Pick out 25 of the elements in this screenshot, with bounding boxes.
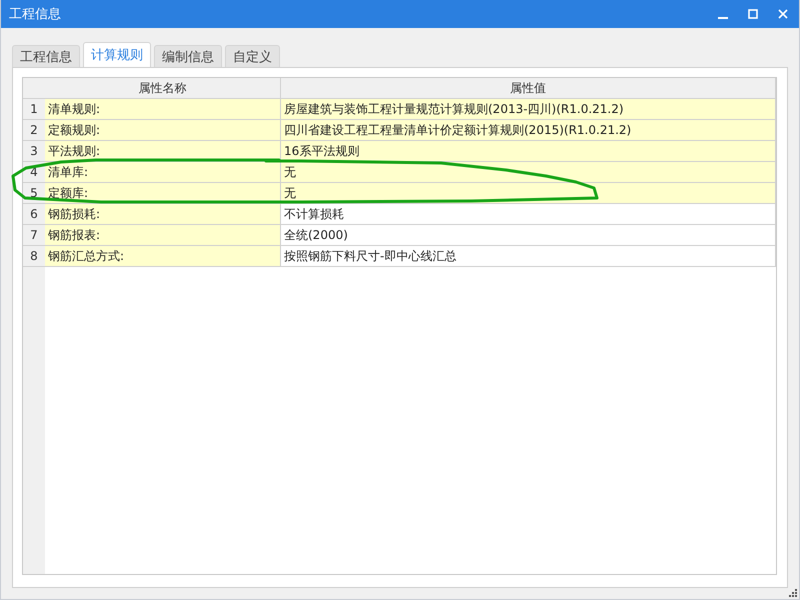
- table-cell: 房屋建筑与装饰工程计量规范计算规则(2013-四川)(R1.0.21.2): [281, 99, 776, 120]
- resize-grip-icon[interactable]: [789, 589, 797, 597]
- minimize-icon: [718, 16, 728, 18]
- table-cell: 清单规则:: [45, 99, 281, 120]
- table-cell: 四川省建设工程工程量清单计价定额计算规则(2015)(R1.0.21.2): [281, 120, 776, 141]
- table-cell: 16系平法规则: [281, 141, 776, 162]
- table-cell: 按照钢筋下料尺寸-即中心线汇总: [281, 246, 776, 267]
- close-icon: [778, 9, 788, 19]
- table-cell: 钢筋损耗:: [45, 204, 281, 225]
- table-cell: 清单库:: [45, 162, 281, 183]
- tab[interactable]: 编制信息: [154, 45, 222, 67]
- table-cell: 不计算损耗: [281, 204, 776, 225]
- table-cell: 无: [281, 162, 776, 183]
- tab[interactable]: 工程信息: [12, 45, 80, 67]
- maximize-icon: [748, 9, 758, 19]
- table-cell: 钢筋报表:: [45, 225, 281, 246]
- table-cell: 定额规则:: [45, 120, 281, 141]
- window-title: 工程信息: [9, 6, 62, 23]
- column-header: 属性值: [281, 78, 776, 99]
- table-cell: 全统(2000): [281, 225, 776, 246]
- tab[interactable]: 自定义: [225, 45, 280, 67]
- column-header: 属性名称: [45, 78, 281, 99]
- table-cell: 无: [281, 183, 776, 204]
- tab[interactable]: 计算规则: [83, 42, 151, 67]
- table-cell: 钢筋汇总方式:: [45, 246, 281, 267]
